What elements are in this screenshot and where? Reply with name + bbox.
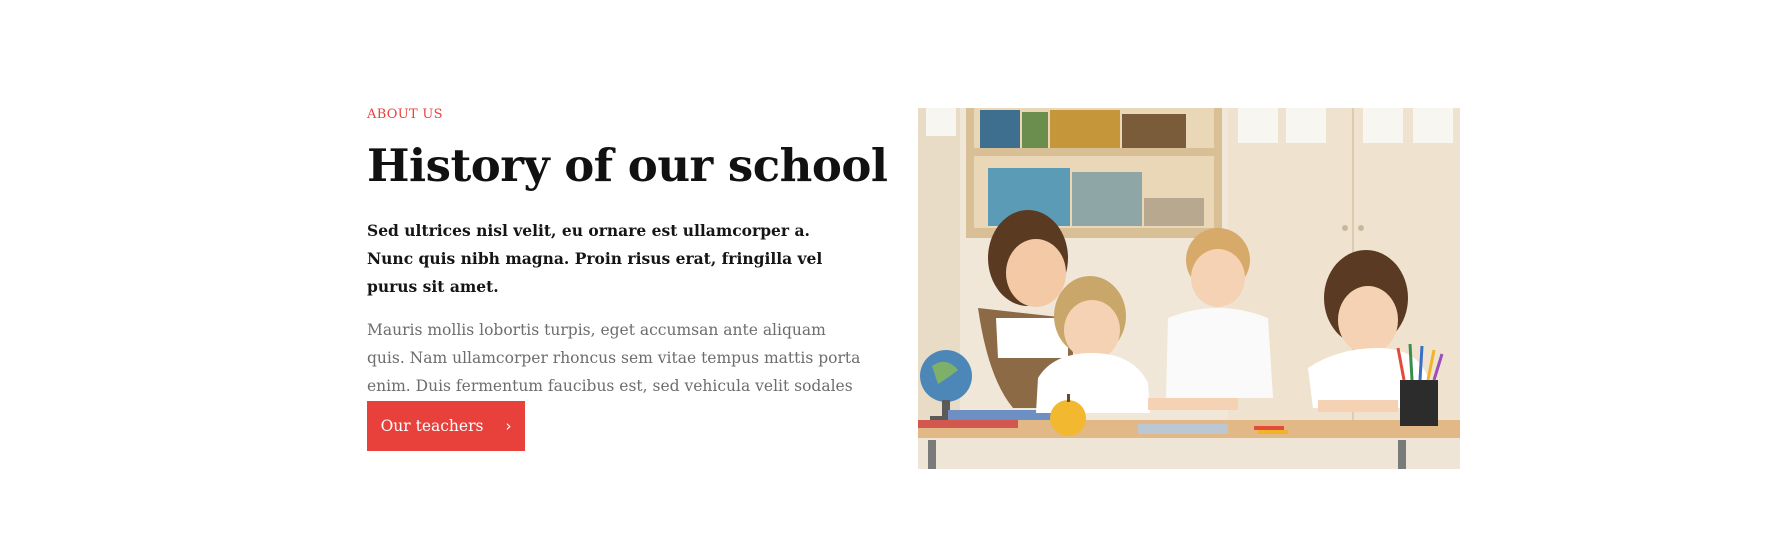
classroom-illustration: [918, 108, 1460, 469]
button-label: Our teachers: [380, 417, 484, 435]
about-section: ABOUT US History of our school Sed ultri…: [0, 0, 1789, 539]
about-text-column: ABOUT US History of our school Sed ultri…: [367, 107, 888, 428]
section-eyebrow: ABOUT US: [367, 107, 443, 122]
lead-paragraph: Sed ultrices nisl velit, eu ornare est u…: [367, 221, 823, 296]
classroom-photo: [918, 108, 1460, 469]
section-title: History of our school: [367, 139, 888, 192]
our-teachers-button[interactable]: Our teachers ›: [367, 401, 525, 451]
chevron-right-icon: ›: [505, 416, 512, 435]
